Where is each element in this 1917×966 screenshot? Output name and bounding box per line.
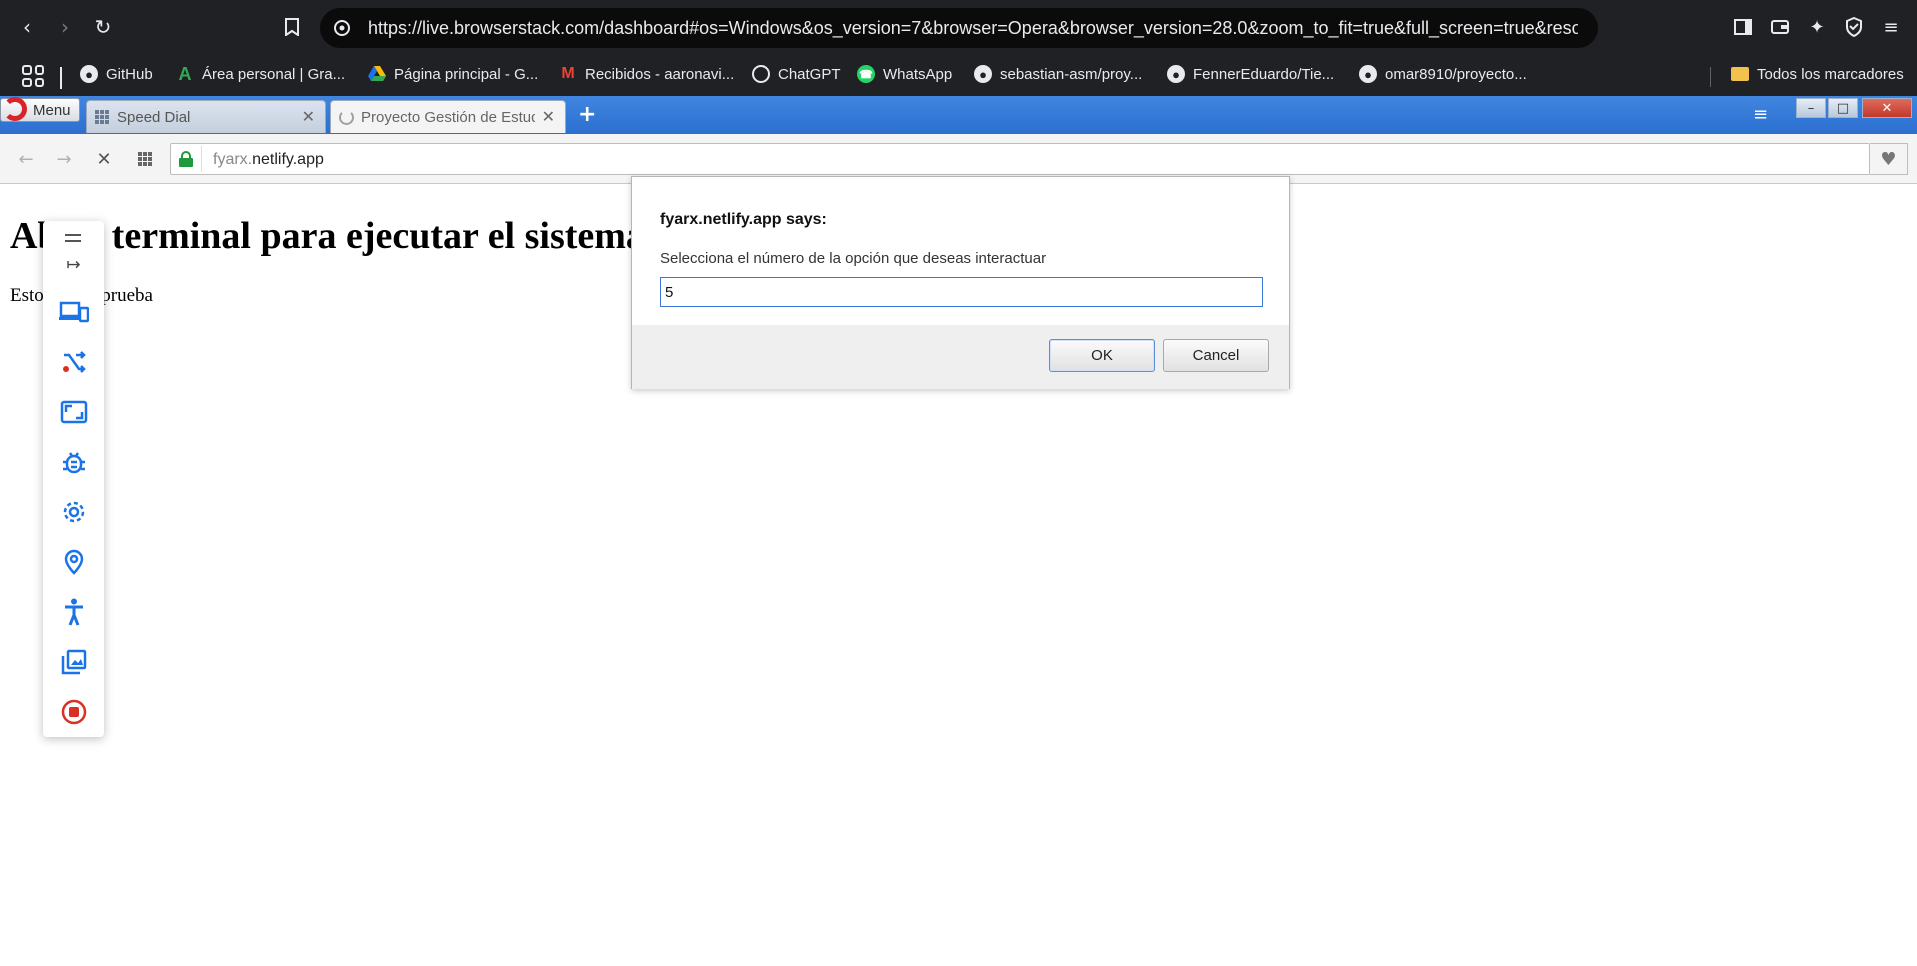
bookmark-gmail[interactable]: M Recibidos - aaronavi... xyxy=(559,61,734,87)
bookmark-label: FennerEduardo/Tie... xyxy=(1193,65,1335,83)
bookmark-sebastian[interactable]: ● sebastian-asm/proy... xyxy=(974,61,1142,87)
bookmark-chatgpt[interactable]: ChatGPT xyxy=(752,61,841,87)
browserstack-toolbar: ↦ xyxy=(43,221,104,737)
switch-device-icon[interactable] xyxy=(57,295,91,329)
stop-loading-icon[interactable]: ✕ xyxy=(92,147,116,171)
folder-icon xyxy=(1731,67,1749,81)
tab-speed-dial[interactable]: Speed Dial ✕ xyxy=(86,100,326,133)
chrome-frame: ‹ › ↻ https://live.browserstack.com/dash… xyxy=(0,0,1917,96)
url-domain: netlify.app xyxy=(252,151,324,168)
wallet-icon[interactable] xyxy=(1767,14,1793,40)
all-bookmarks-label: Todos los marcadores xyxy=(1757,65,1904,83)
js-prompt-dialog: fyarx.netlify.app says: Selecciona el nú… xyxy=(631,176,1290,389)
bookmark-label: sebastian-asm/proy... xyxy=(1000,65,1143,83)
bookmark-label: WhatsApp xyxy=(883,65,953,83)
chrome-omnibox[interactable]: https://live.browserstack.com/dashboard#… xyxy=(320,8,1598,48)
opera-logo-icon xyxy=(3,97,27,121)
drag-handle-icon[interactable] xyxy=(65,234,81,242)
bookmarks-divider xyxy=(1710,67,1711,87)
bookmark-label: ChatGPT xyxy=(778,65,841,83)
reload-button[interactable]: ↻ xyxy=(88,12,118,42)
ai-sparkle-icon[interactable]: ✦ xyxy=(1804,14,1830,40)
accessibility-icon[interactable] xyxy=(57,595,91,629)
speed-dial-grid-icon[interactable] xyxy=(133,147,157,171)
forward-button[interactable]: → xyxy=(52,147,76,171)
chrome-toolbar: ‹ › ↻ https://live.browserstack.com/dash… xyxy=(0,0,1917,55)
github-icon: ● xyxy=(1359,65,1377,83)
bookmark-fenner[interactable]: ● FennerEduardo/Tie... xyxy=(1167,61,1334,87)
bookmark-area-personal[interactable]: A Área personal | Gra... xyxy=(176,61,346,87)
tab-menu-icon[interactable]: ≡ xyxy=(1753,104,1775,125)
bookmarks-divider xyxy=(60,67,62,89)
drive-icon xyxy=(368,65,386,83)
bookmark-label: Página principal - G... xyxy=(394,65,539,83)
back-button[interactable]: ‹ xyxy=(12,12,42,42)
forward-button[interactable]: › xyxy=(50,12,80,42)
dialog-footer: OK Cancel xyxy=(632,325,1289,389)
bookmarks-bar: ● GitHub A Área personal | Gra... Página… xyxy=(0,55,1917,93)
bookmark-label: Recibidos - aaronavi... xyxy=(585,65,735,83)
gmail-icon: M xyxy=(561,65,575,82)
side-panel-icon[interactable] xyxy=(1730,14,1756,40)
cancel-button[interactable]: Cancel xyxy=(1163,339,1269,372)
bookmark-whatsapp[interactable]: ☎ WhatsApp xyxy=(857,61,952,87)
bookmark-omar[interactable]: ● omar8910/proyecto... xyxy=(1359,61,1527,87)
bookmark-star-icon[interactable] xyxy=(277,12,307,42)
tab-label: Proyecto Gestión de Estudiantes xyxy=(361,109,535,126)
prompt-input[interactable] xyxy=(660,277,1263,307)
bookmark-github[interactable]: ● GitHub xyxy=(80,61,153,87)
loading-spinner-icon xyxy=(339,110,355,125)
bookmark-label: omar8910/proyecto... xyxy=(1385,65,1527,83)
switch-browser-icon[interactable] xyxy=(57,345,91,379)
all-bookmarks-folder[interactable]: Todos los marcadores xyxy=(1731,61,1904,87)
chrome-menu-icon[interactable]: ≡ xyxy=(1878,14,1904,40)
opera-url-field[interactable]: fyarx.netlify.app xyxy=(170,143,1870,175)
stop-session-icon[interactable] xyxy=(57,695,91,729)
opera-url-text[interactable]: fyarx.netlify.app xyxy=(213,151,324,169)
github-icon: ● xyxy=(974,65,992,83)
close-window-button[interactable]: ✕ xyxy=(1862,98,1912,118)
whatsapp-icon: ☎ xyxy=(857,65,875,83)
settings-gear-icon[interactable] xyxy=(57,495,91,529)
resolution-icon[interactable] xyxy=(57,395,91,429)
opera-menu-label: Menu xyxy=(33,102,71,119)
new-tab-icon[interactable]: + xyxy=(578,102,596,127)
github-icon: ● xyxy=(80,65,98,83)
location-pin-icon[interactable] xyxy=(57,545,91,579)
ok-button[interactable]: OK xyxy=(1049,339,1155,372)
opera-tab-bar: Menu Speed Dial ✕ Proyecto Gestión de Es… xyxy=(0,96,1917,134)
close-tab-icon[interactable]: ✕ xyxy=(542,107,555,126)
lock-icon xyxy=(179,151,193,167)
omnibox-url[interactable]: https://live.browserstack.com/dashboard#… xyxy=(368,18,1578,38)
minimize-button[interactable]: – xyxy=(1796,98,1826,118)
bookmark-drive[interactable]: Página principal - G... xyxy=(368,61,538,87)
github-icon: ● xyxy=(1167,65,1185,83)
apps-grid-icon[interactable] xyxy=(22,65,44,87)
dialog-message: Selecciona el número de la opción que de… xyxy=(660,250,1047,267)
url-divider xyxy=(201,146,202,172)
bookmark-label: GitHub xyxy=(106,65,153,83)
close-tab-icon[interactable]: ✕ xyxy=(302,107,315,126)
page-heading: Abrir terminal para ejecutar el sistema xyxy=(10,215,645,257)
heart-icon[interactable]: ♥ xyxy=(1870,143,1908,175)
back-button[interactable]: ← xyxy=(14,147,38,171)
tab-label: Speed Dial xyxy=(117,109,191,126)
maximize-button[interactable]: □ xyxy=(1828,98,1858,118)
atlas-icon: A xyxy=(178,63,192,84)
speed-dial-icon xyxy=(95,110,111,124)
shield-icon[interactable] xyxy=(1841,14,1867,40)
dialog-title: fyarx.netlify.app says: xyxy=(660,211,827,228)
url-subdomain: fyarx. xyxy=(213,151,253,168)
collapse-toolbar-icon[interactable]: ↦ xyxy=(43,255,104,275)
media-gallery-icon[interactable] xyxy=(57,645,91,679)
bookmark-label: Área personal | Gra... xyxy=(202,65,346,83)
tab-proyecto[interactable]: Proyecto Gestión de Estudiantes ✕ xyxy=(330,100,566,133)
bug-report-icon[interactable] xyxy=(57,445,91,479)
site-info-icon[interactable] xyxy=(330,16,354,40)
chatgpt-icon xyxy=(752,65,770,83)
opera-menu-button[interactable]: Menu xyxy=(0,97,80,122)
